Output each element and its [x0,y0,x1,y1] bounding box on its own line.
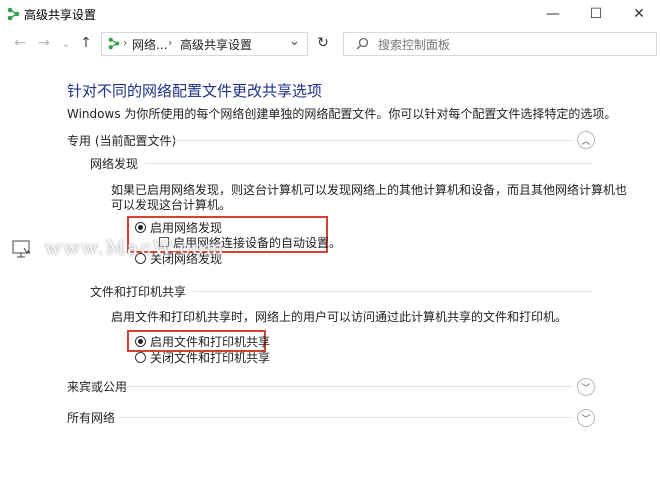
history-dropdown-icon[interactable]: ⌄ [56,33,76,53]
radio-disable-file-sharing[interactable]: 关闭文件和打印机共享 [135,349,270,365]
refresh-button[interactable]: ↻ [312,32,334,54]
search-icon [356,37,369,50]
section-divider [118,417,572,418]
page-intro: Windows 为你所使用的每个网络创建单独的网络配置文件。你可以针对每个配置文… [67,107,617,121]
address-bar[interactable]: › 网络... › 高级共享设置 ⌄ [101,32,308,56]
profile-private-label[interactable]: 专用 (当前配置文件) [67,132,176,149]
expand-chevron-down-icon[interactable]: ﹀ [577,409,595,427]
breadcrumb-separator-icon: › [168,36,173,49]
collapse-chevron-up-icon[interactable]: ︿ [577,131,595,149]
breadcrumb-advanced-sharing[interactable]: 高级共享设置 [180,36,252,53]
monitor-icon [12,240,31,258]
breadcrumb-separator-icon: › [123,36,128,49]
forward-button[interactable]: → [34,33,54,53]
search-placeholder: 搜索控制面板 [378,38,451,52]
radio-selected-icon[interactable] [135,335,146,347]
section-divider [193,291,592,292]
window-title: 高级共享设置 [24,8,97,22]
profile-all-networks-label[interactable]: 所有网络 [67,409,115,426]
address-dropdown-icon[interactable]: ⌄ [289,34,300,49]
radio-unselected-icon[interactable] [135,351,146,363]
minimize-button[interactable]: — [532,0,574,28]
network-discovery-desc-line2: 可以发现这台计算机。 [111,198,232,212]
section-divider [118,386,572,387]
address-network-icon [108,37,120,50]
radio-enable-file-sharing[interactable]: 启用文件和打印机共享 [135,333,270,349]
back-button[interactable]: ← [10,33,30,53]
file-sharing-desc: 启用文件和打印机共享时，网络上的用户可以访问通过此计算机共享的文件和打印机。 [111,310,568,324]
section-divider [172,140,572,141]
watermark: www.MacW.com [45,237,226,259]
network-discovery-title: 网络发现 [90,157,139,171]
file-sharing-title: 文件和打印机共享 [90,285,187,299]
radio-selected-icon[interactable] [135,221,146,233]
breadcrumb-network[interactable]: 网络... [132,36,167,53]
section-divider [145,163,592,164]
page-title: 针对不同的网络配置文件更改共享选项 [67,82,323,100]
maximize-button[interactable]: ☐ [575,0,617,28]
close-button[interactable]: ✕ [618,0,660,28]
up-button[interactable]: ↑ [76,33,96,53]
network-discovery-desc-line1: 如果已启用网络发现，则这台计算机可以发现网络上的其他计算机和设备，而且其他网络计… [111,183,628,197]
radio-disable-file-sharing-label: 关闭文件和打印机共享 [150,350,271,365]
radio-enable-file-sharing-label: 启用文件和打印机共享 [150,334,271,349]
search-input[interactable]: 搜索控制面板 [343,32,657,56]
network-share-icon [7,7,20,21]
expand-chevron-down-icon[interactable]: ﹀ [577,378,595,396]
